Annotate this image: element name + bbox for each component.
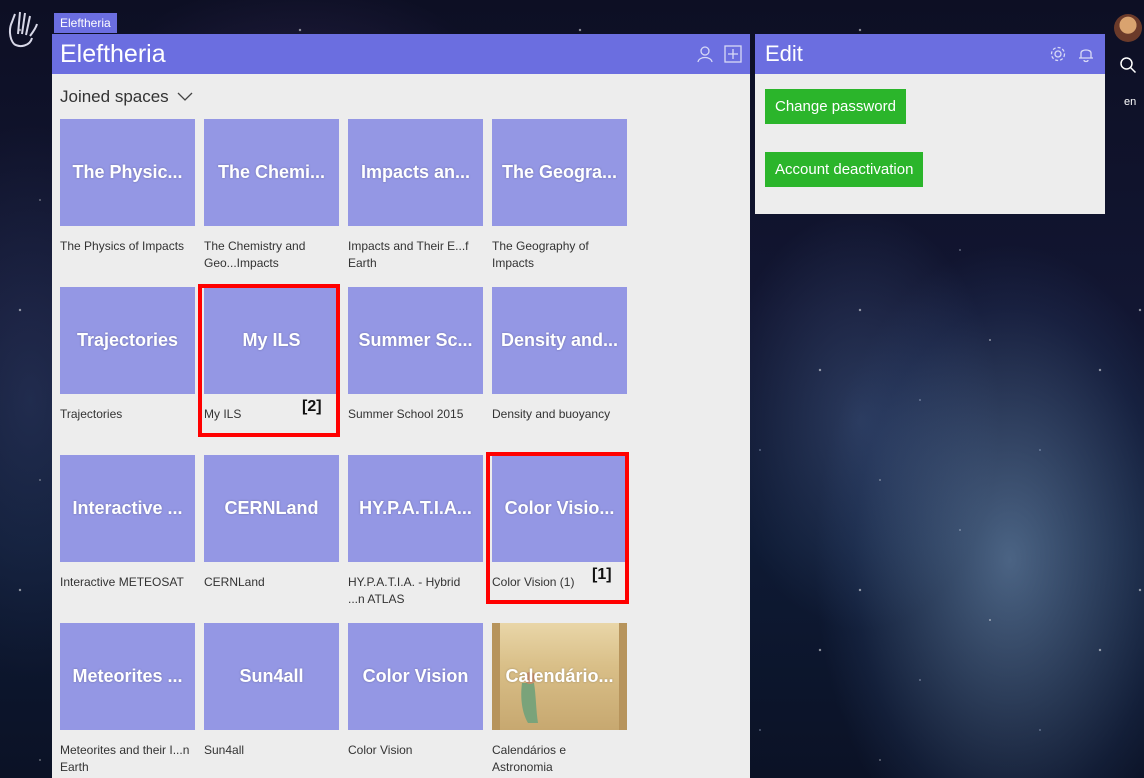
thumbnail-title: HY.P.A.T.I.A... (359, 498, 472, 518)
space-thumbnail[interactable]: The Geogra... (492, 119, 627, 226)
space-thumbnail[interactable]: CERNLand (204, 455, 339, 562)
space-tile[interactable]: Color Vision Color Vision (348, 623, 483, 778)
edit-title: Edit (765, 41, 803, 66)
space-tile[interactable]: Interactive ... Interactive METEOSAT (60, 455, 195, 623)
space-tile[interactable]: HY.P.A.T.I.A... HY.P.A.T.I.A. - Hybrid ..… (348, 455, 483, 623)
space-tile[interactable]: The Physic... The Physics of Impacts (60, 119, 195, 287)
edit-panel: Edit Change password Account deactivatio… (755, 34, 1105, 214)
space-caption[interactable]: The Geography of Impacts (492, 238, 627, 272)
space-caption[interactable]: Summer School 2015 (348, 406, 483, 423)
space-tile[interactable]: The Geogra... The Geography of Impacts (492, 119, 627, 287)
thumbnail-title: The Geogra... (501, 162, 618, 182)
space-caption[interactable]: The Physics of Impacts (60, 238, 195, 255)
space-tile[interactable]: Impacts an... Impacts and Their E...f Ear… (348, 119, 483, 287)
space-thumbnail[interactable]: Interactive ... (60, 455, 195, 562)
thumbnail-title: Meteorites ... (72, 666, 183, 686)
space-thumbnail[interactable]: The Chemi... (204, 119, 339, 226)
space-thumbnail[interactable]: Summer Sc... (348, 287, 483, 394)
right-toolbar: en (1108, 0, 1144, 778)
thumbnail-title: My ILS (242, 330, 301, 350)
space-caption[interactable]: The Chemistry and Geo...Impacts (204, 238, 339, 272)
thumbnail-title: Color Vision (362, 666, 469, 686)
space-tile[interactable]: Density and... Density and buoyancy (492, 287, 627, 455)
space-thumbnail[interactable]: HY.P.A.T.I.A... (348, 455, 483, 562)
marker-label-1: [1] (592, 566, 612, 583)
space-caption[interactable]: CERNLand (204, 574, 339, 591)
space-thumbnail[interactable]: Impacts an... (348, 119, 483, 226)
space-tile[interactable]: Sun4all Sun4all (204, 623, 339, 778)
space-thumbnail[interactable]: Density and... (492, 287, 627, 394)
thumbnail-title: The Chemi... (217, 162, 325, 182)
chevron-down-icon (177, 92, 193, 101)
thumbnail-title: Trajectories (76, 330, 179, 350)
thumbnail-title: Impacts an... (360, 162, 471, 182)
joined-spaces-dropdown[interactable]: Joined spaces (60, 87, 193, 107)
space-caption[interactable]: Impacts and Their E...f Earth (348, 238, 483, 272)
space-caption[interactable]: Meteorites and their I...n Earth (60, 742, 195, 776)
user-icon[interactable] (696, 45, 714, 63)
space-caption[interactable]: Interactive METEOSAT (60, 574, 195, 591)
spaces-panel-header: Eleftheria (52, 34, 750, 74)
thumbnail-title: Density and... (500, 330, 619, 350)
space-thumbnail[interactable]: Color Vision (348, 623, 483, 730)
space-tile[interactable]: The Chemi... The Chemistry and Geo...Impa… (204, 119, 339, 287)
edit-panel-header: Edit (755, 34, 1105, 74)
language-selector[interactable]: en (1124, 96, 1136, 108)
space-thumbnail[interactable]: Meteorites ... (60, 623, 195, 730)
space-thumbnail[interactable]: Calendário... (492, 623, 627, 730)
space-tile[interactable]: CERNLand CERNLand (204, 455, 339, 623)
joined-spaces-label: Joined spaces (60, 87, 169, 106)
thumbnail-title: Color Visio... (504, 498, 615, 518)
thumbnail-title: CERNLand (224, 498, 319, 518)
breadcrumb-tab[interactable]: Eleftheria (54, 13, 117, 33)
thumbnail-title: Calendário... (505, 666, 614, 686)
space-caption[interactable]: Sun4all (204, 742, 339, 759)
account-deactivation-button[interactable]: Account deactivation (765, 152, 924, 187)
user-avatar[interactable] (1114, 14, 1142, 42)
thumbnail-title: The Physic... (72, 162, 183, 182)
spaces-grid: The Physic... The Physics of Impacts The … (60, 119, 627, 778)
add-space-icon[interactable] (724, 45, 742, 63)
space-caption[interactable]: Trajectories (60, 406, 195, 423)
space-tile[interactable]: Calendário... Calendários e Astronomia (492, 623, 627, 778)
search-icon[interactable] (1119, 56, 1137, 74)
space-thumbnail[interactable]: Trajectories (60, 287, 195, 394)
space-thumbnail[interactable]: The Physic... (60, 119, 195, 226)
space-tile[interactable]: Trajectories Trajectories (60, 287, 195, 455)
space-caption[interactable]: HY.P.A.T.I.A. - Hybrid ...n ATLAS (348, 574, 483, 608)
change-password-button[interactable]: Change password (765, 89, 906, 124)
graasp-hand-logo-icon[interactable] (6, 8, 40, 48)
notification-bell-icon[interactable] (1077, 45, 1095, 63)
space-thumbnail[interactable]: Sun4all (204, 623, 339, 730)
space-caption[interactable]: Calendários e Astronomia (492, 742, 627, 776)
space-caption[interactable]: Density and buoyancy (492, 406, 627, 423)
settings-gear-icon[interactable] (1049, 45, 1067, 63)
thumbnail-title: Interactive ... (72, 498, 183, 518)
thumbnail-title: Sun4all (239, 666, 304, 686)
space-tile[interactable]: Meteorites ... Meteorites and their I...n… (60, 623, 195, 778)
space-caption[interactable]: Color Vision (348, 742, 483, 759)
marker-label-2: [2] (302, 398, 322, 415)
panel-title: Eleftheria (60, 40, 166, 68)
spaces-panel: Eleftheria Joined spaces The Physic... Th… (52, 34, 750, 778)
space-tile[interactable]: Summer Sc... Summer School 2015 (348, 287, 483, 455)
thumbnail-title: Summer Sc... (358, 330, 473, 350)
